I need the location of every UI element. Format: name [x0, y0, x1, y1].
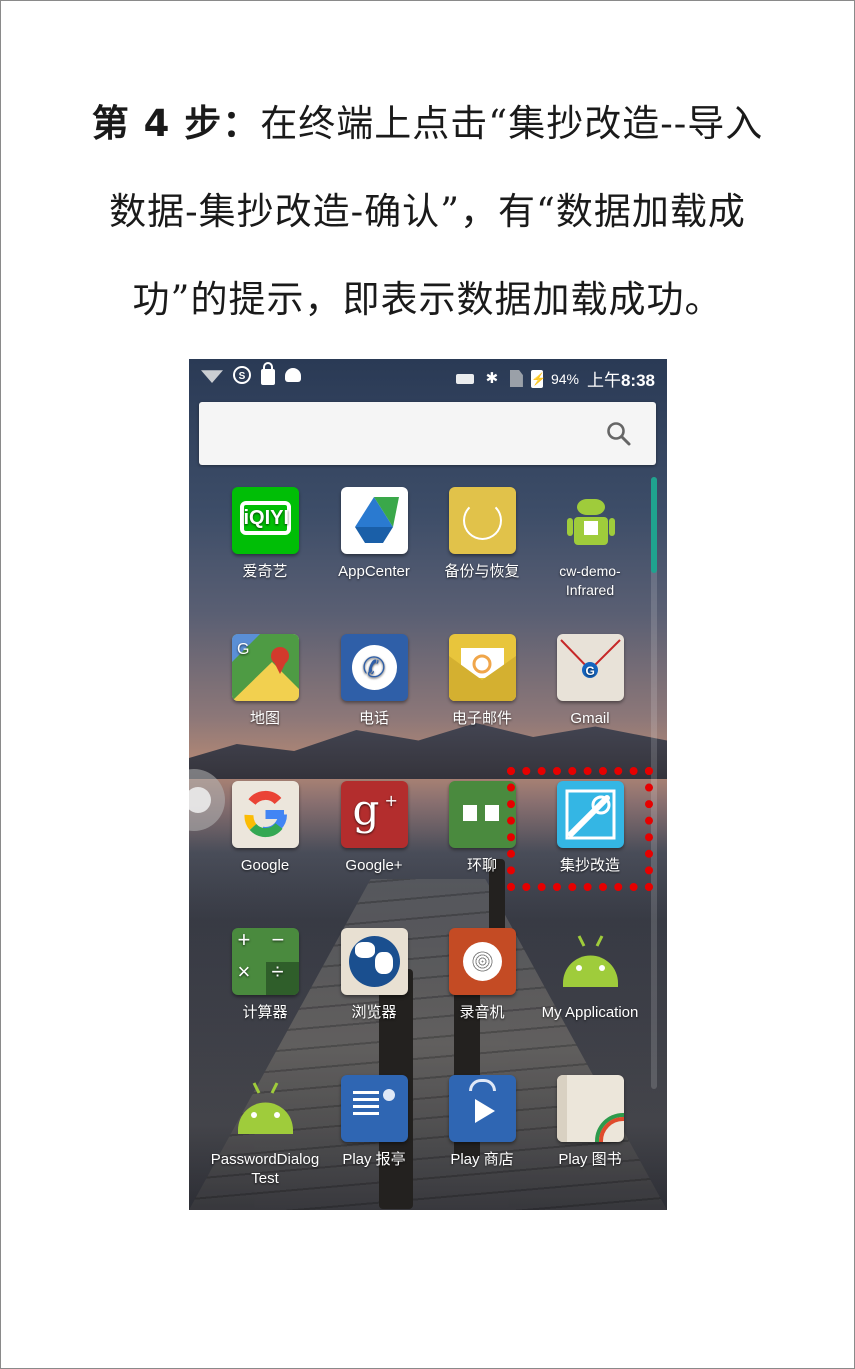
phone-icon: ✆ [340, 634, 408, 701]
app-label: My Application [541, 1004, 639, 1021]
app-play-store[interactable]: Play 商店 [428, 1075, 536, 1169]
app-play-newsstand[interactable]: Play 报亭 [320, 1075, 428, 1169]
app-label: AppCenter [338, 563, 410, 580]
app-label: Google+ [345, 857, 403, 874]
s-circle-icon: S [233, 366, 251, 384]
clock-prefix: 上午 [586, 371, 621, 390]
app-google[interactable]: Google [211, 781, 319, 875]
app-calculator[interactable]: + − × ÷ 计算器 [211, 928, 319, 1022]
no-sim-icon [509, 370, 523, 387]
phone-screenshot: S ✱ ⚡ 94% 上午8:38 iQIYI 爱奇艺 AppCenter 备份与… [189, 359, 667, 1210]
play-store-icon [448, 1075, 516, 1142]
status-bar: S ✱ ⚡ 94% 上午8:38 [189, 359, 667, 393]
android-notif-icon [285, 368, 301, 382]
app-play-books[interactable]: Play 图书 [536, 1075, 644, 1169]
instruction-line-1: 第 4 步：在终端上点击“集抄改造--导入 [60, 80, 795, 168]
svg-text:G: G [585, 664, 594, 678]
clock-time: 8:38 [620, 371, 655, 390]
app-password-dialog-test[interactable]: PasswordDialog Test [211, 1075, 319, 1188]
app-label: 计算器 [242, 1004, 288, 1021]
email-icon [448, 634, 516, 701]
search-icon[interactable] [606, 421, 632, 447]
bluetooth-icon: ✱ [485, 369, 499, 387]
svg-text:G: G [237, 641, 249, 658]
app-gmail[interactable]: G Gmail [536, 634, 644, 728]
search-bar[interactable] [199, 402, 656, 465]
calculator-icon: + − × ÷ [231, 928, 299, 995]
app-label: 电话 [358, 710, 389, 727]
app-browser[interactable]: 浏览器 [320, 928, 428, 1022]
recorder-icon [448, 928, 516, 995]
status-left-icons: S [201, 362, 301, 385]
app-phone[interactable]: ✆ 电话 [320, 634, 428, 728]
app-label: Gmail [570, 710, 610, 727]
appcenter-icon [340, 487, 408, 554]
app-appcenter[interactable]: AppCenter [320, 487, 428, 581]
android-robot-icon [232, 1075, 299, 1142]
status-right-icons: ✱ ⚡ 94% 上午8:38 [455, 366, 655, 391]
play-newsstand-icon [340, 1075, 408, 1142]
instruction-line-1-text: 在终端上点击“集抄改造--导入 [260, 102, 764, 145]
browser-globe-icon [340, 928, 408, 995]
app-recorder[interactable]: 录音机 [428, 928, 536, 1022]
wifi-icon [201, 370, 223, 383]
android-robot-icon [557, 928, 624, 995]
app-label: Play 报亭 [342, 1151, 406, 1168]
backup-restore-icon [448, 487, 516, 554]
highlight-box [507, 767, 653, 891]
app-google-plus[interactable]: g + Google+ [320, 781, 428, 875]
google-icon [231, 781, 299, 848]
android-robot-icon [557, 487, 624, 554]
app-label: 录音机 [459, 1004, 505, 1021]
app-label: 爱奇艺 [242, 563, 288, 580]
scrollbar-thumb[interactable] [651, 477, 657, 573]
gmail-icon: G [556, 634, 624, 701]
app-label: cw-demo-Infrared [559, 563, 621, 598]
hangouts-icon [448, 781, 516, 848]
app-iqiyi[interactable]: iQIYI 爱奇艺 [211, 487, 319, 581]
keyboard-icon [455, 373, 474, 384]
app-label: Google [240, 857, 290, 874]
app-email[interactable]: 电子邮件 [428, 634, 536, 728]
google-plus-icon: g + [340, 781, 408, 848]
app-label: Play 商店 [450, 1151, 514, 1168]
app-label: 浏览器 [351, 1004, 397, 1021]
instruction-line-2: 数据-集抄改造-确认”，有“数据加载成 [109, 190, 746, 233]
app-backup-restore[interactable]: 备份与恢复 [428, 487, 536, 581]
app-label: PasswordDialog Test [210, 1151, 320, 1187]
app-label: 备份与恢复 [444, 563, 520, 580]
app-label: 地图 [249, 710, 280, 727]
iqiyi-icon: iQIYI [231, 487, 299, 554]
lock-icon [261, 362, 275, 385]
battery-charging-icon: ⚡ [530, 369, 546, 388]
step-label: 第 4 步： [91, 102, 261, 145]
app-cw-demo-infrared[interactable]: cw-demo-Infrared [536, 487, 644, 600]
instruction-line-3: 功”的提示，即表示数据加载成功。 [132, 278, 723, 321]
instruction-text: 第 4 步：在终端上点击“集抄改造--导入 数据-集抄改造-确认”，有“数据加载… [60, 80, 795, 344]
clock: 上午8:38 [587, 366, 655, 391]
play-books-icon [556, 1075, 624, 1142]
app-maps[interactable]: G 地图 [211, 634, 319, 728]
app-label: Play 图书 [558, 1151, 622, 1168]
maps-icon: G [231, 634, 299, 701]
app-my-application[interactable]: My Application [536, 928, 644, 1022]
app-label: 电子邮件 [451, 710, 512, 727]
battery-percent: 94% [550, 370, 579, 387]
